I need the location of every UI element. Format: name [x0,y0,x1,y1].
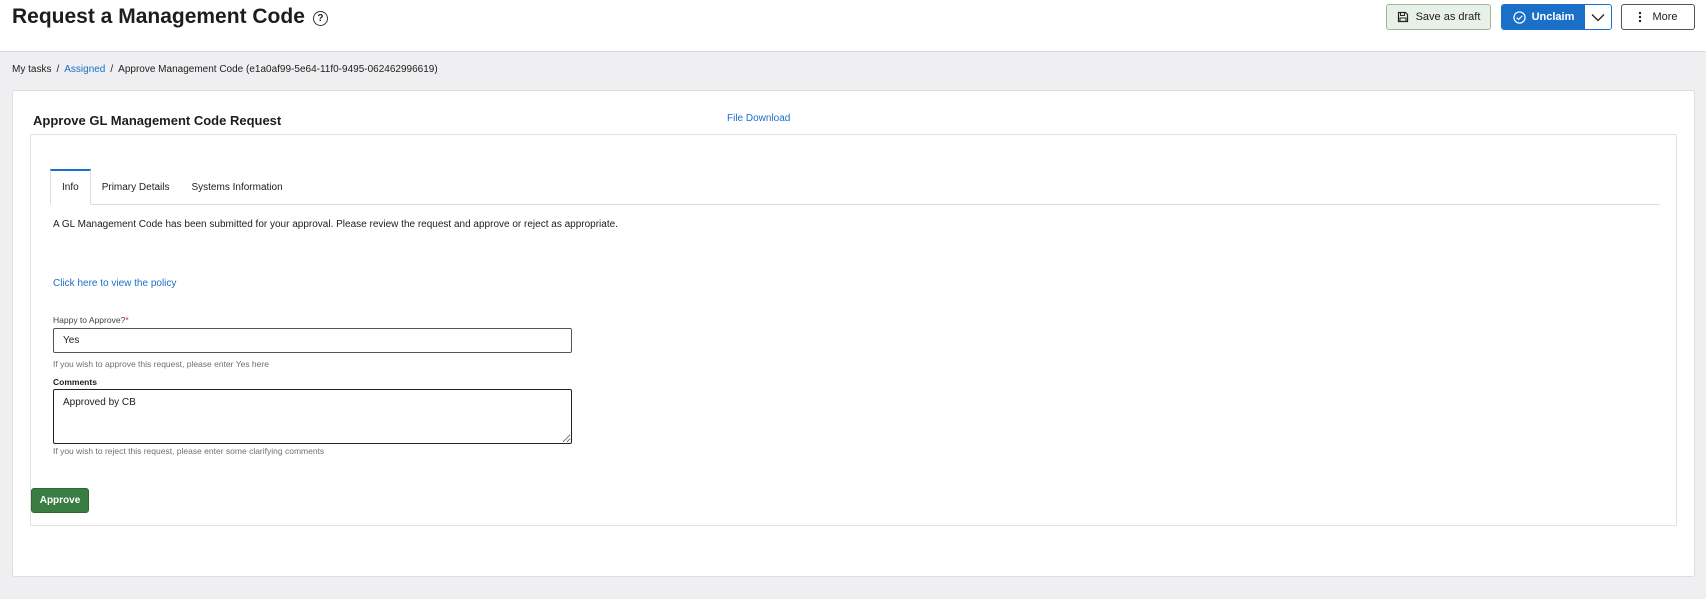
unclaim-button-group: Unclaim [1501,4,1612,30]
comments-textarea[interactable]: Approved by CB [53,389,572,444]
breadcrumb-my-tasks[interactable]: My tasks [12,64,51,75]
tab-primary-details[interactable]: Primary Details [91,169,181,205]
more-vertical-icon [1639,11,1642,23]
breadcrumb-separator: / [110,64,114,75]
happy-to-approve-label-text: Happy to Approve? [53,315,126,325]
more-button[interactable]: More [1621,4,1695,30]
breadcrumb-separator: / [56,64,60,75]
happy-to-approve-label: Happy to Approve?* [53,315,129,325]
file-download-link[interactable]: File Download [727,113,790,124]
save-icon [1397,11,1408,23]
unclaim-label: Unclaim [1531,11,1575,23]
page-title: Request a Management Code [12,5,305,28]
save-as-draft-label: Save as draft [1415,11,1481,23]
tab-bar: Info Primary Details Systems Information [50,169,1660,205]
approve-button[interactable]: Approve [31,488,89,513]
happy-to-approve-help: If you wish to approve this request, ple… [53,359,269,369]
view-policy-link[interactable]: Click here to view the policy [53,278,176,289]
page-title-wrap: Request a Management Code ? [12,5,328,29]
tab-info[interactable]: Info [50,169,91,205]
comments-help: If you wish to reject this request, plea… [53,446,325,456]
main-card: Approve GL Management Code Request File … [12,90,1695,577]
info-text: A GL Management Code has been submitted … [53,219,618,230]
more-label: More [1652,11,1678,23]
comments-label: Comments [53,377,97,387]
check-circle-icon [1512,10,1526,24]
chevron-down-icon [1591,13,1605,21]
breadcrumb-assigned[interactable]: Assigned [64,64,105,75]
section-title: Approve GL Management Code Request [33,113,282,128]
page-header: Request a Management Code ? Save as draf… [0,0,1706,52]
required-marker: * [125,315,129,325]
breadcrumb-current: Approve Management Code (e1a0af99-5e64-1… [118,64,438,75]
save-as-draft-button[interactable]: Save as draft [1386,4,1491,30]
breadcrumb: My tasks / Assigned / Approve Management… [12,64,438,75]
unclaim-button[interactable]: Unclaim [1502,5,1585,29]
unclaim-dropdown-button[interactable] [1585,5,1611,29]
tab-systems-information[interactable]: Systems Information [180,169,293,205]
form-panel: Info Primary Details Systems Information… [30,134,1677,526]
question-circle-icon[interactable]: ? [312,11,328,26]
happy-to-approve-input[interactable] [53,328,572,353]
